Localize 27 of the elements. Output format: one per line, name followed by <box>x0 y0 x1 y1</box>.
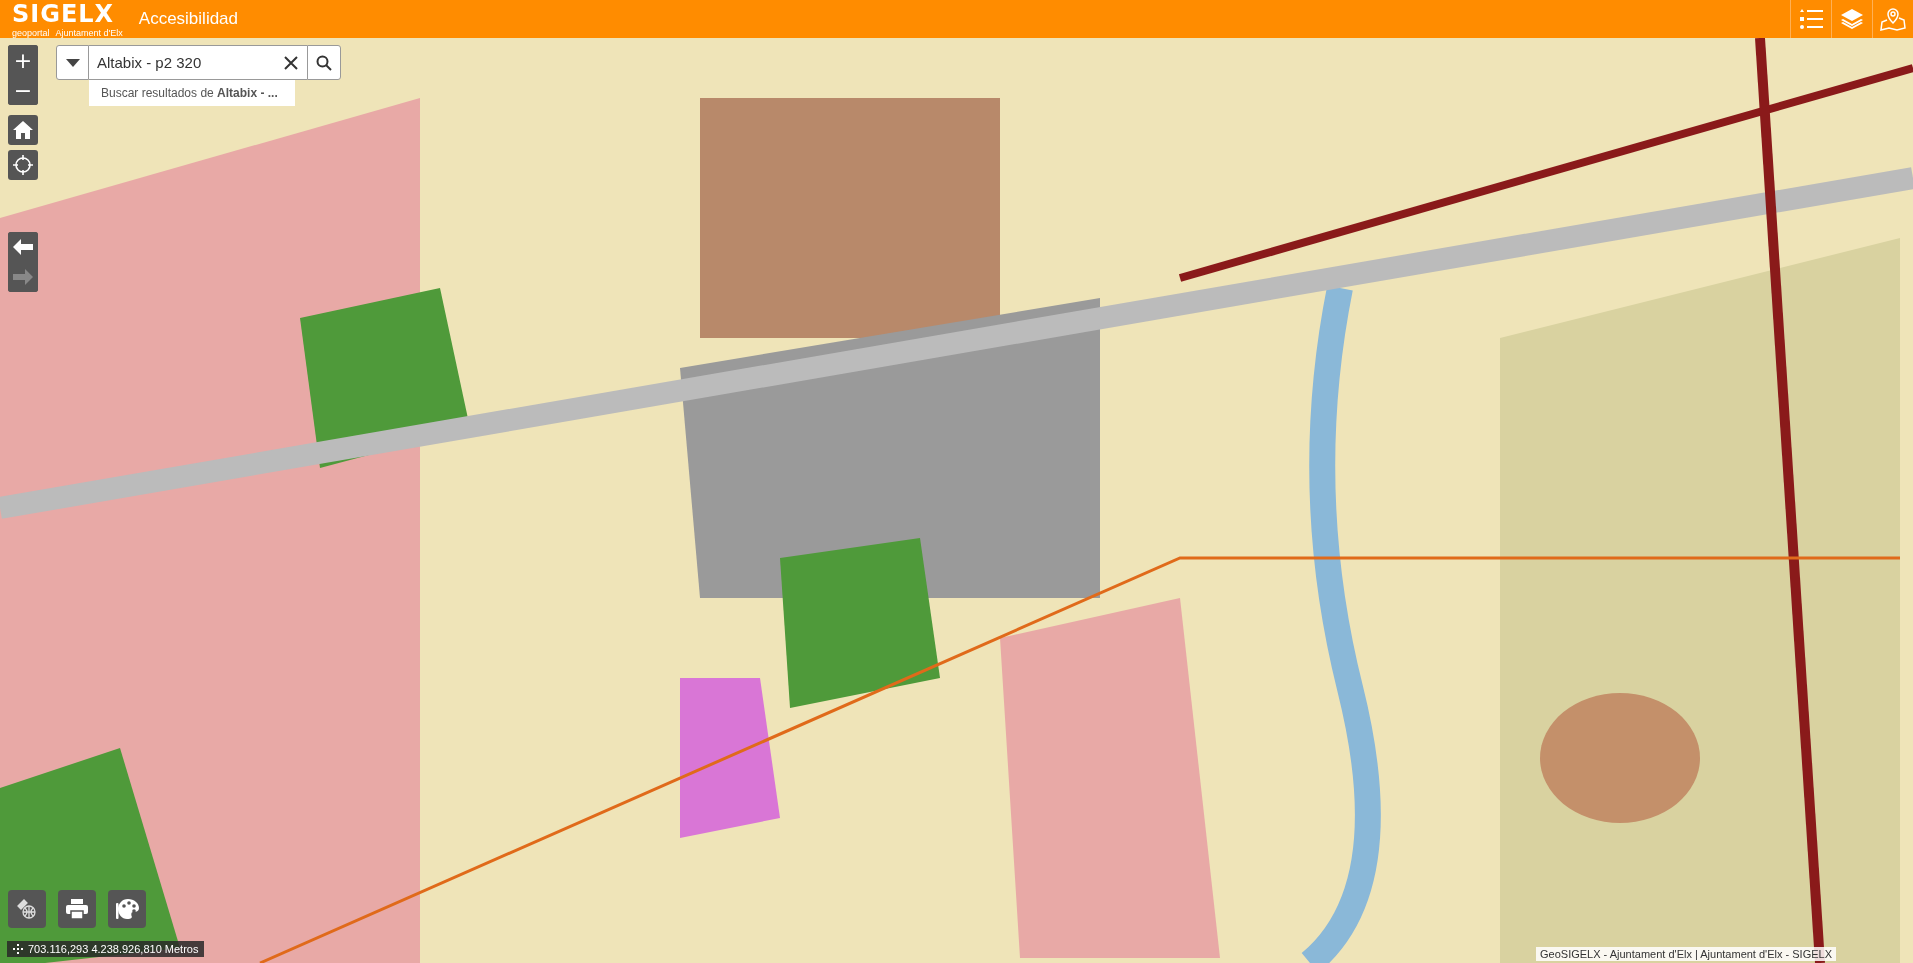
clear-button[interactable] <box>275 45 307 80</box>
search-suggestion[interactable]: Buscar resultados de Altabix - ... <box>89 80 295 106</box>
locate-button[interactable] <box>8 150 38 180</box>
coordinates-text: 703.116,293 4.238.926,810 Metros <box>28 943 199 955</box>
logo-subtitle: geoportal <box>12 29 50 38</box>
home-icon <box>13 121 33 139</box>
attribution-text: GeoSIGELX - Ajuntament d'Elx | Ajuntament d'Elx - SIGELX <box>1536 947 1836 961</box>
search-field[interactable]: Altabix - p2 320 <box>89 45 275 80</box>
app-title: Accesibilidad <box>138 9 239 29</box>
locate-icon <box>13 155 33 175</box>
search-icon <box>316 54 332 71</box>
printer-icon <box>65 898 89 920</box>
left-arrow-icon <box>13 239 33 255</box>
palette-icon <box>114 897 140 921</box>
globe-ruler-icon <box>15 897 39 921</box>
search-button[interactable] <box>307 45 341 80</box>
logo-text: SIGELX <box>12 0 116 28</box>
measure-button[interactable] <box>8 890 46 928</box>
right-arrow-icon <box>13 269 33 285</box>
print-button[interactable] <box>58 890 96 928</box>
style-button[interactable] <box>108 890 146 928</box>
caret-icon <box>65 58 80 67</box>
close-icon <box>284 55 298 70</box>
logo-subtitle: Ajuntament d'Elx <box>55 29 123 38</box>
home-button[interactable] <box>8 115 38 145</box>
crosshair-icon <box>13 944 23 954</box>
search-source-dropdown[interactable] <box>56 45 89 80</box>
